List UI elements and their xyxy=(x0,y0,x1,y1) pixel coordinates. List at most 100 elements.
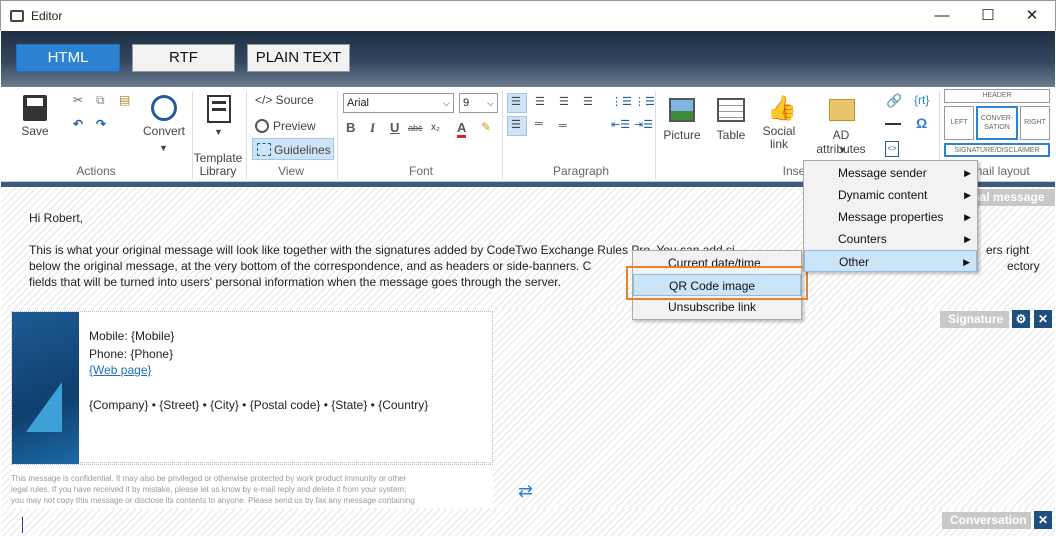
app-icon xyxy=(10,10,24,22)
table-icon xyxy=(717,98,745,122)
folder-icon xyxy=(829,99,855,121)
underline-button[interactable]: U xyxy=(390,120,399,135)
picture-button[interactable]: Picture xyxy=(661,128,703,142)
subscript-icon[interactable]: x₂ xyxy=(431,122,440,133)
conversation-section[interactable]: Conversation ✕ xyxy=(1,509,1055,536)
signature-mobile: Mobile: {Mobile} xyxy=(89,329,175,343)
chevron-right-icon: ▶ xyxy=(964,190,971,200)
layout-conversation-button[interactable]: CONVER-SATION xyxy=(976,106,1018,140)
minimize-button[interactable]: — xyxy=(919,1,965,32)
disclaimer-line-2: legal rules. If you have received it by … xyxy=(11,485,407,494)
preview-button[interactable]: Preview xyxy=(273,119,316,133)
conversation-label: Conversation xyxy=(942,512,1031,529)
layout-left-button[interactable]: LEFT xyxy=(944,106,974,140)
table-button[interactable]: Table xyxy=(711,128,751,142)
horizontal-line-icon[interactable] xyxy=(885,123,901,125)
group-actions-label: Actions xyxy=(76,164,116,178)
disclaimer-line-1: This message is confidential. It may als… xyxy=(11,474,407,483)
body-line-3: fields that will be turned into users' p… xyxy=(29,275,561,289)
menu-item-message-properties[interactable]: Message properties ▶ xyxy=(804,206,977,228)
convert-icon xyxy=(151,95,177,121)
italic-button[interactable]: I xyxy=(370,120,375,136)
banner-shape xyxy=(26,382,62,432)
indent-increase-icon[interactable]: ⇥☰ xyxy=(634,118,653,131)
text-cursor xyxy=(22,517,23,533)
signature-address: {Company} • {Street} • {City} • {Postal … xyxy=(89,398,429,412)
link-icon[interactable]: 🔗 xyxy=(886,93,902,109)
html-snippet-icon[interactable]: <> xyxy=(885,141,899,157)
signature-table[interactable]: Mobile: {Mobile} Phone: {Phone} {Web pag… xyxy=(11,311,493,464)
highlight-color-icon[interactable]: ✎ xyxy=(481,120,491,134)
conversation-close-icon[interactable]: ✕ xyxy=(1034,511,1052,529)
align-right-icon[interactable]: ☰ xyxy=(559,95,569,108)
social-link-button[interactable]: Social link xyxy=(757,125,801,151)
guidelines-toggle[interactable]: Guidelines xyxy=(252,138,334,160)
group-view-label: View xyxy=(278,164,304,178)
save-icon xyxy=(23,95,47,121)
menu-item-label: Dynamic content xyxy=(838,188,928,202)
tab-plain-text[interactable]: PLAIN TEXT xyxy=(247,44,350,72)
body-line-1b: ers right xyxy=(986,243,1030,257)
guidelines-label: Guidelines xyxy=(274,143,331,157)
source-button[interactable]: </> Source xyxy=(255,93,314,107)
chevron-down-icon: ⌵ xyxy=(443,98,450,108)
save-button[interactable]: Save xyxy=(13,124,57,138)
menu-item-other[interactable]: Other ▶ xyxy=(804,250,977,272)
maximize-button[interactable]: ☐ xyxy=(965,1,1011,32)
omega-button[interactable]: Ω xyxy=(916,115,927,131)
separator xyxy=(502,91,503,179)
copy-icon[interactable]: ⧉ xyxy=(96,93,105,108)
greeting-text: Hi Robert, xyxy=(29,211,84,225)
paste-icon[interactable]: ▤ xyxy=(119,93,130,107)
menu-item-message-sender[interactable]: Message sender ▶ xyxy=(804,162,977,184)
convert-button[interactable]: Convert xyxy=(139,124,189,138)
font-color-button[interactable]: A xyxy=(457,120,467,138)
signature-settings-gear-icon[interactable]: ⚙ xyxy=(1012,310,1030,328)
valign-top-icon: ☰ xyxy=(511,119,521,131)
font-size-select[interactable]: 9 ⌵ xyxy=(459,93,498,113)
font-family-select[interactable]: Arial ⌵ xyxy=(343,93,454,113)
template-library-icon xyxy=(207,95,231,123)
chevron-right-icon: ▶ xyxy=(964,234,971,244)
bullet-list-icon[interactable]: ⋮☰ xyxy=(611,95,632,108)
layout-header-button[interactable]: HEADER xyxy=(944,89,1050,103)
valign-middle-icon[interactable]: ═ xyxy=(535,118,543,130)
numbered-list-icon[interactable]: ⋮☰ xyxy=(634,95,655,108)
convert-dropdown-icon[interactable]: ▼ xyxy=(159,143,168,153)
signature-close-icon[interactable]: ✕ xyxy=(1034,310,1052,328)
signature-section[interactable]: Mobile: {Mobile} Phone: {Phone} {Web pag… xyxy=(1,309,1055,509)
rt-button[interactable]: {rt} xyxy=(914,93,929,107)
align-center-icon[interactable]: ☰ xyxy=(535,95,545,108)
justify-icon[interactable]: ☰ xyxy=(583,95,593,108)
swap-icon[interactable]: ⇄ xyxy=(518,481,533,502)
font-size-value: 9 xyxy=(463,97,470,109)
separator xyxy=(337,91,338,179)
indent-decrease-icon[interactable]: ⇤☰ xyxy=(611,118,630,131)
bold-button[interactable]: B xyxy=(346,120,355,135)
close-button[interactable]: ✕ xyxy=(1009,1,1055,32)
valign-bottom-icon[interactable]: ═ xyxy=(559,120,567,132)
align-left-icon: ☰ xyxy=(511,96,521,108)
menu-item-label: Message properties xyxy=(838,210,944,224)
layout-right-button[interactable]: RIGHT xyxy=(1020,106,1050,140)
title-bar: Editor — ☐ ✕ xyxy=(0,0,1056,31)
template-library-button[interactable]: Template Library xyxy=(193,152,243,178)
tab-html[interactable]: HTML xyxy=(16,44,120,72)
signature-banner-image xyxy=(12,312,79,464)
highlight-box xyxy=(626,266,808,300)
font-family-value: Arial xyxy=(347,97,370,109)
redo-icon[interactable]: ↷ xyxy=(96,117,106,131)
separator xyxy=(655,91,656,179)
ad-dropdown-icon[interactable]: ▼ xyxy=(838,145,847,155)
cut-icon[interactable]: ✂ xyxy=(73,93,83,107)
menu-item-label: Other xyxy=(839,255,870,269)
signature-web-link[interactable]: {Web page} xyxy=(89,363,152,377)
template-dropdown-icon[interactable]: ▼ xyxy=(214,127,223,137)
tab-rtf[interactable]: RTF xyxy=(132,44,235,72)
undo-icon[interactable]: ↶ xyxy=(73,117,83,131)
strikethrough-button[interactable]: abc xyxy=(408,123,423,133)
menu-item-dynamic-content[interactable]: Dynamic content ▶ xyxy=(804,184,977,206)
menu-item-counters[interactable]: Counters ▶ xyxy=(804,228,977,250)
layout-signature-button[interactable]: SIGNATURE/DISCLAIMER xyxy=(944,143,1050,157)
group-paragraph-label: Paragraph xyxy=(552,164,610,178)
